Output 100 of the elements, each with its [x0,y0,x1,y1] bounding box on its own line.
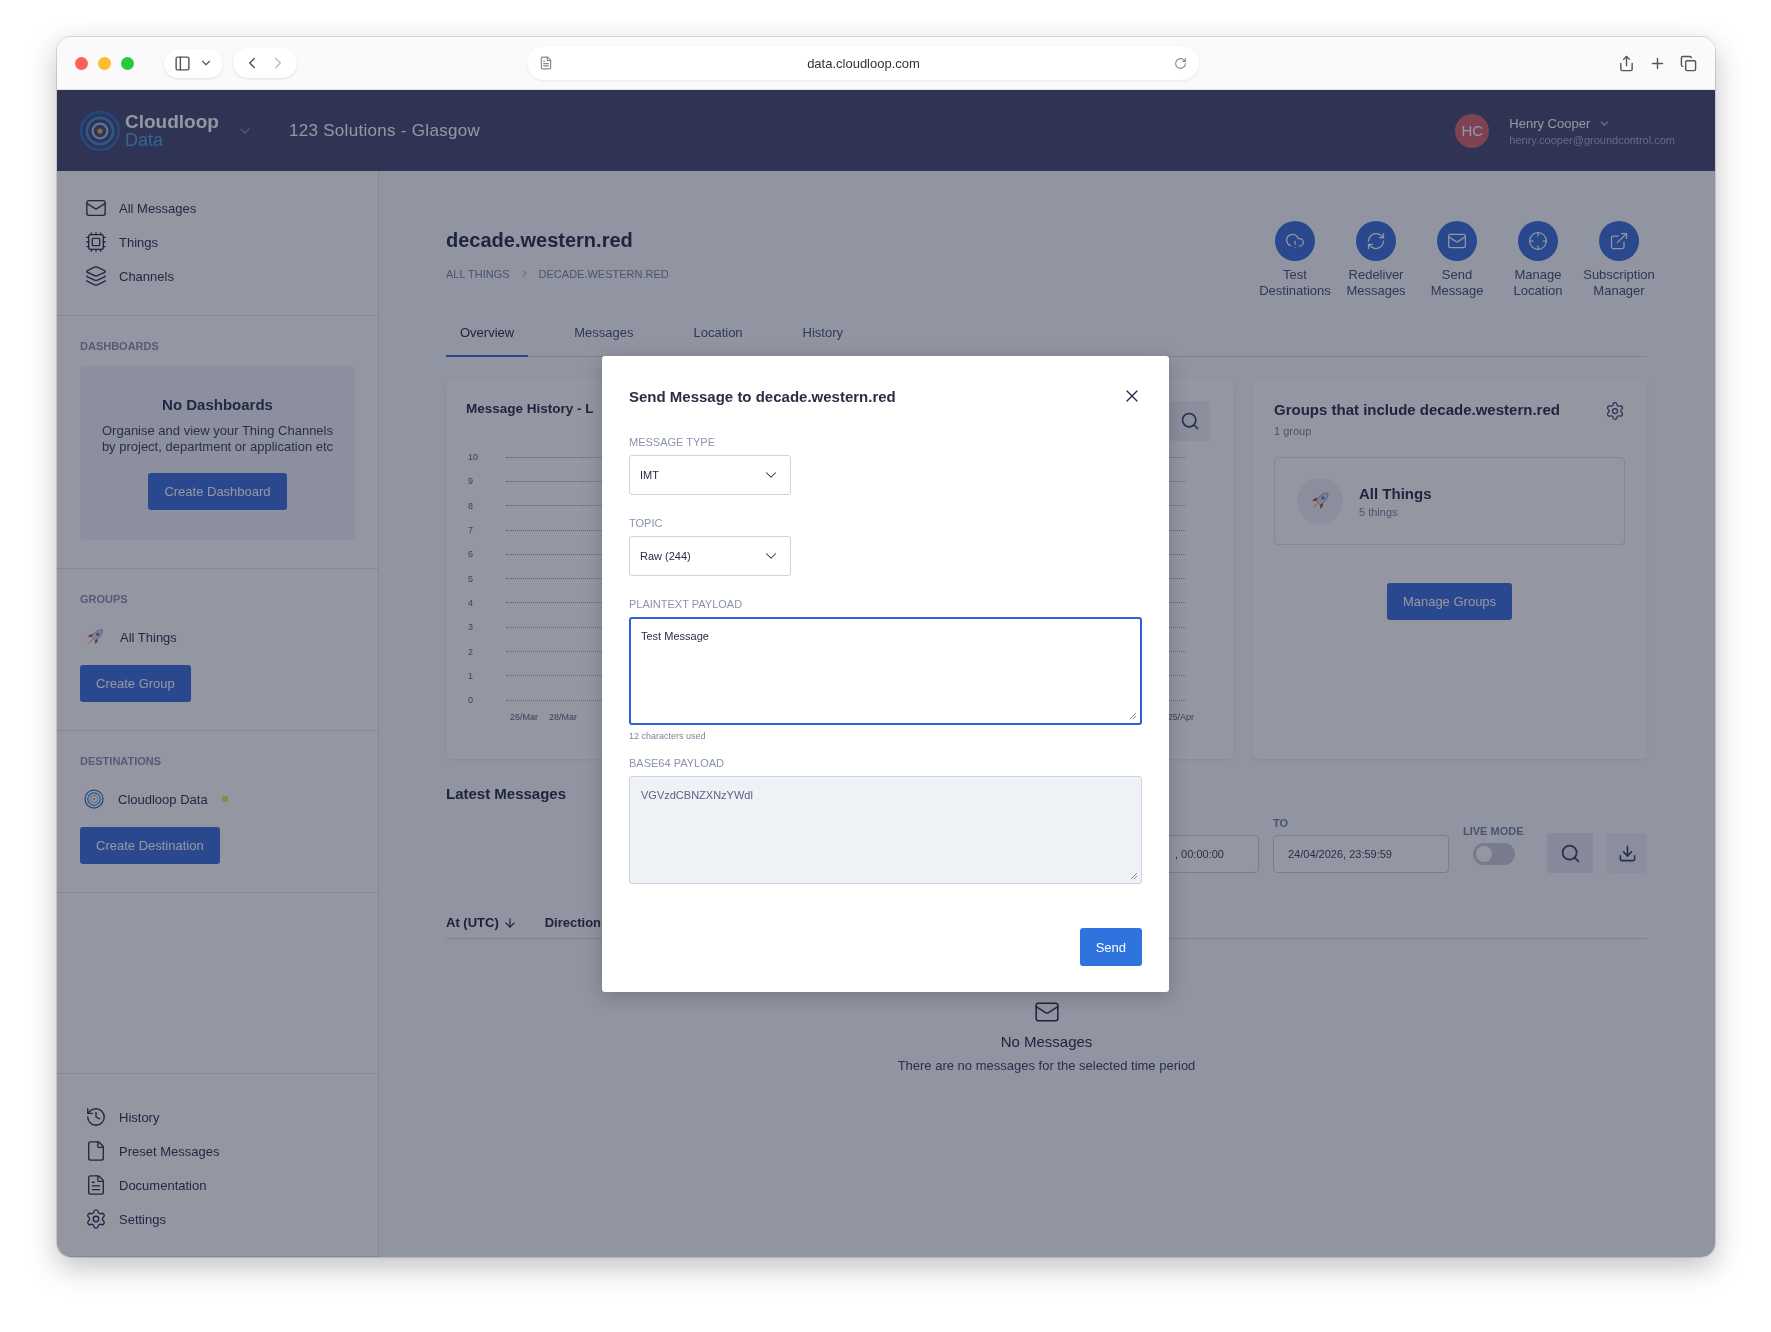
brand-logo-text: Cloudloop Data [125,111,219,150]
empty-state-text: There are no messages for the selected time period [897,1058,1196,1073]
axis-tick-label: 28/Mar [549,712,578,723]
field-label: MESSAGE TYPE [629,436,716,448]
envelope-icon [85,197,107,219]
send-button[interactable]: Send [1079,928,1142,966]
layers-icon [85,265,107,287]
axis-tick-label: 5 [468,573,474,584]
character-count: 12 characters used [629,731,707,741]
sidebar-nav-item[interactable]: Documentation [85,1168,350,1202]
to-date-field[interactable]: 24/04/2026, 23:59:59 [1273,835,1449,873]
axis-tick-label: 25/Apr [1167,712,1194,723]
manage-groups-button[interactable]: Manage Groups [1386,583,1513,620]
field-label: LIVE MODE [1463,825,1525,837]
axis-tick-label: 6 [468,549,474,560]
axis-tick-label: 8 [468,500,474,511]
logo-icon [79,109,121,152]
chip-icon [85,231,107,253]
section-title: Latest Messages [446,785,567,802]
payload-text-area[interactable]: Test Message [629,617,1142,725]
dialog-title: Send Message to decade.western.red [629,387,896,405]
breadcrumb-link[interactable]: DECADE.WESTERN.RED [538,268,669,280]
axis-tick-label: 7 [468,525,474,536]
search-icon[interactable] [1180,411,1200,431]
action-button[interactable]: Redeliver Messages [1338,221,1414,299]
field-label: TOPIC [629,517,664,529]
history-icon [85,1106,107,1128]
organisation-name: 123 Solutions - Glasgow [288,120,481,141]
action-button[interactable]: Subscription Manager [1581,221,1657,299]
empty-state-title: No Messages [1000,1033,1093,1050]
axis-tick-label: 10 [468,452,479,463]
breadcrumb-link[interactable]: ALL THINGS [446,268,510,280]
axis-tick-label: 2 [468,646,474,657]
tab[interactable]: Messages [560,313,648,357]
address-bar[interactable]: data.cloudloop.com [807,55,920,71]
refresh-icon [1366,231,1386,251]
tab[interactable]: Location [679,313,757,357]
select-field[interactable]: Raw (244) [629,536,791,576]
share-icon[interactable] [1618,54,1635,72]
sidebar-nav-item[interactable]: All Messages [85,191,350,225]
resize-handle-icon[interactable] [1129,712,1137,720]
empty-state-text: Organise and view your Thing Channels by project, department or application etc [100,423,335,455]
group-count: 1 group [1274,425,1313,437]
column-header[interactable]: Direction [544,915,602,930]
card-title: Message History - L [466,401,594,416]
user-avatar[interactable]: HC [1455,113,1490,148]
empty-state-title: No Dashboards [162,396,273,413]
axis-tick-label: 1 [468,670,474,681]
sidebar-icon[interactable] [174,54,191,72]
thing-title: decade.western.red [446,229,634,252]
group-item[interactable]: All Things 5 things [1274,457,1625,545]
user-name[interactable]: Henry Cooper [1509,115,1591,131]
column-header[interactable]: At (UTC) [446,915,517,930]
zoom-window-button[interactable] [121,56,134,70]
create-destination-button[interactable]: Create Destination [80,827,220,864]
cloud-alert-icon [1285,231,1305,251]
close-window-button[interactable] [75,56,88,70]
create-group-button[interactable]: Create Group [80,665,191,702]
reload-icon[interactable] [1174,56,1187,70]
action-button[interactable]: Manage Location [1500,221,1576,299]
card-title: Groups that include decade.western.red [1274,401,1560,418]
settings-icon[interactable] [1605,401,1625,421]
axis-tick-label: 0 [468,695,474,706]
group-link[interactable]: All Things [120,629,177,645]
axis-tick-label: 3 [468,622,474,633]
field-label: TO [1273,817,1290,829]
search-icon[interactable] [1559,842,1581,864]
group-thing-count: 5 things [1359,505,1399,518]
payload-text-area[interactable]: VGVzdCBNZXNzYWdl [629,776,1142,884]
tab[interactable]: History [788,313,858,357]
group-name: All Things [1359,484,1432,502]
destination-link[interactable]: Cloudloop Data [118,791,208,807]
logo-icon [84,789,104,809]
sidebar-nav-item[interactable]: Things [85,225,350,259]
axis-tick-label: 26/Mar [510,712,538,723]
section-heading: DASHBOARDS [80,340,160,352]
external-link-icon [1609,231,1629,251]
field-label: PLAINTEXT PAYLOAD [629,598,744,610]
action-button[interactable]: Send Message [1419,221,1495,299]
select-field[interactable]: IMT [629,455,791,495]
sidebar-nav-item[interactable]: Settings [85,1202,350,1236]
crosshair-icon [1528,231,1548,251]
document-icon [85,1174,107,1196]
field-label: BASE64 PAYLOAD [629,757,725,769]
settings-icon [85,1208,107,1230]
file-icon [85,1140,107,1162]
sidebar-nav-item[interactable]: Channels [85,259,350,293]
tab[interactable]: Overview [446,313,529,357]
action-button[interactable]: Test Destinations [1257,221,1333,299]
axis-tick-label: 4 [468,597,474,608]
live-mode-toggle[interactable] [1473,843,1515,865]
resize-handle-icon[interactable] [1130,872,1138,880]
sidebar-nav-item[interactable]: History [85,1100,350,1134]
tabs-overview-icon[interactable] [1680,54,1697,72]
create-dashboard-button[interactable]: Create Dashboard [148,473,287,510]
section-heading: GROUPS [80,593,129,605]
envelope-icon [1447,231,1467,251]
sidebar-nav-item[interactable]: Preset Messages [85,1134,350,1168]
page-icon [539,56,553,70]
download-icon[interactable] [1617,843,1637,863]
